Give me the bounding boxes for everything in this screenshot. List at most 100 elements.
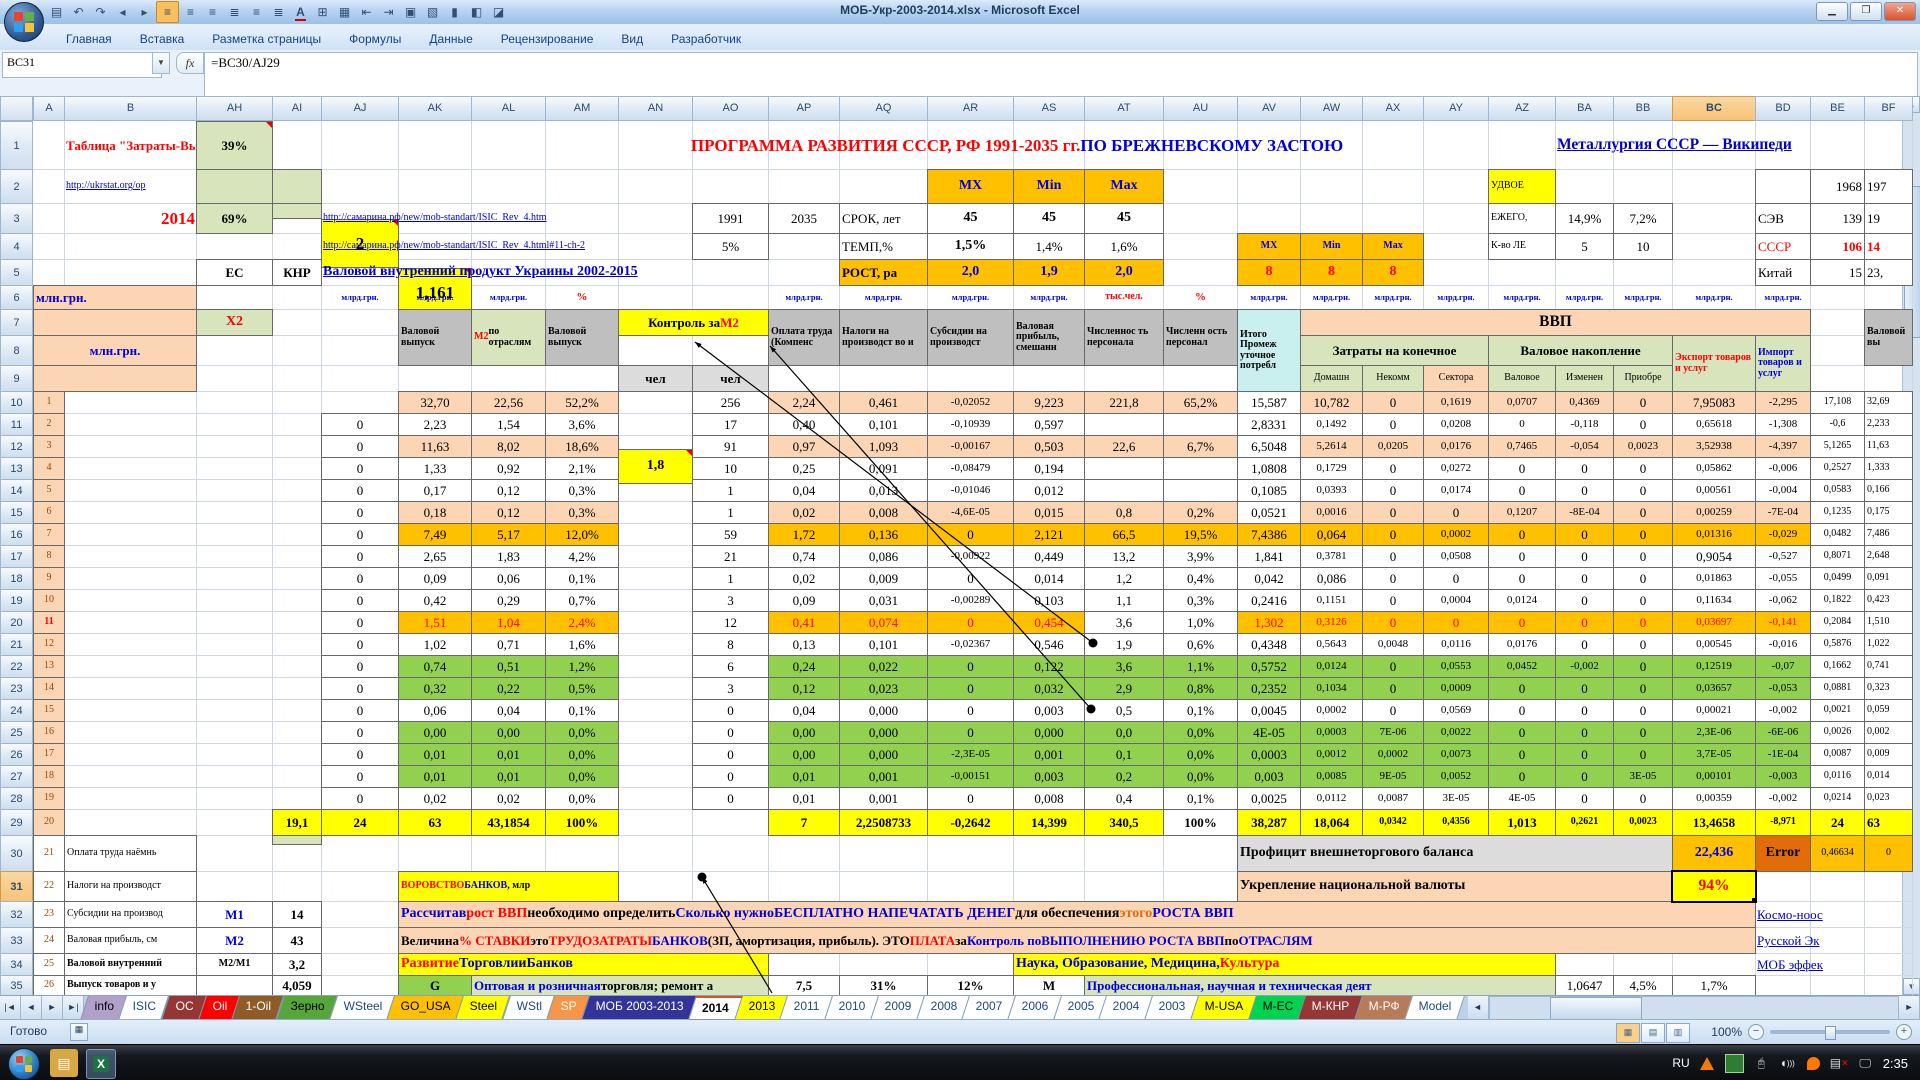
cell-A27[interactable]: 18 xyxy=(33,765,65,788)
cell-AV20[interactable]: 1,302 xyxy=(1237,611,1301,634)
cell-BD10[interactable]: -2,295 xyxy=(1755,391,1811,414)
cell-AZ4[interactable]: К-во ЛЕ xyxy=(1488,233,1556,260)
cell-BA16[interactable]: 0 xyxy=(1555,523,1614,546)
cell-AL21[interactable]: 0,71 xyxy=(471,633,546,656)
cell-AV18[interactable]: 0,042 xyxy=(1237,567,1301,590)
cell-BE20[interactable]: 0,2084 xyxy=(1810,611,1865,634)
cell-BE30[interactable]: 0,46634 xyxy=(1810,835,1865,872)
sheet-tab-Model[interactable]: Model xyxy=(1404,996,1464,1020)
cell-AQ24[interactable]: 0,000 xyxy=(839,699,928,722)
cell-AJ28[interactable]: 0 xyxy=(321,787,399,810)
cell-AK20[interactable]: 1,51 xyxy=(398,611,472,634)
cell-BB29[interactable]: 0,0023 xyxy=(1613,809,1673,836)
cell-A28[interactable]: 19 xyxy=(33,787,65,810)
cell-AL29[interactable]: 43,1854 xyxy=(471,809,546,836)
cell-AL19[interactable]: 0,29 xyxy=(471,589,546,612)
cell-BC29[interactable]: 13,4658 xyxy=(1672,809,1756,836)
cell-AT16[interactable]: 66,5 xyxy=(1084,523,1164,546)
cell-AS27[interactable]: 0,003 xyxy=(1013,765,1085,788)
cell-BC17[interactable]: 0,9054 xyxy=(1672,545,1756,568)
cell-BA15[interactable]: -8E-04 xyxy=(1555,501,1614,524)
cell-AV25[interactable]: 4E-05 xyxy=(1237,721,1301,744)
cell-AP15[interactable]: 0,02 xyxy=(768,501,840,524)
cell-AR7[interactable]: Субсидии на производст xyxy=(927,309,1014,366)
column-header-A[interactable]: A xyxy=(33,96,65,121)
cell-B1[interactable]: Таблица "Затраты-Вы xyxy=(64,121,197,170)
cell-AU16[interactable]: 19,5% xyxy=(1163,523,1238,546)
row-header-30[interactable]: 30 xyxy=(0,835,33,872)
cell-AP20[interactable]: 0,41 xyxy=(768,611,840,634)
row-header-24[interactable]: 24 xyxy=(0,699,33,722)
cell-BE4[interactable]: 106 xyxy=(1810,233,1865,260)
cell-BC21[interactable]: 0,00545 xyxy=(1672,633,1756,656)
cell-AZ24[interactable]: 0 xyxy=(1488,699,1556,722)
cell-AM1[interactable]: ПРОГРАММА РАЗВИТИЯ СССР, РФ 1991-2035 гг… xyxy=(545,121,1489,170)
cell-AJ12[interactable]: 0 xyxy=(321,435,399,458)
cell-AU17[interactable]: 3,9% xyxy=(1163,545,1238,568)
sheet-tab-М-РФ[interactable]: М-РФ xyxy=(1354,996,1413,1020)
cell-B2[interactable]: http://ukrstat.org/op xyxy=(64,169,197,204)
cell-AL24[interactable]: 0,04 xyxy=(471,699,546,722)
cell-AX10[interactable]: 0 xyxy=(1362,391,1424,414)
cell-AM22[interactable]: 1,2% xyxy=(545,655,619,678)
column-header-BC[interactable]: BC xyxy=(1672,96,1756,121)
cell-AR11[interactable]: -0,10939 xyxy=(927,413,1014,436)
column-header-AW[interactable]: AW xyxy=(1300,96,1363,121)
cell-BE14[interactable]: 0,0583 xyxy=(1810,479,1865,502)
cell-AM16[interactable]: 12,0% xyxy=(545,523,619,546)
cell-AK11[interactable]: 2,23 xyxy=(398,413,472,436)
cell-A21[interactable]: 12 xyxy=(33,633,65,656)
cell-AL23[interactable]: 0,22 xyxy=(471,677,546,700)
cell-AR27[interactable]: -0,00151 xyxy=(927,765,1014,788)
cell-AR4[interactable]: 1,5% xyxy=(927,233,1014,260)
cell-BC28[interactable]: 0,00359 xyxy=(1672,787,1756,810)
cell-AS15[interactable]: 0,015 xyxy=(1013,501,1085,524)
cell-AZ14[interactable]: 0 xyxy=(1488,479,1556,502)
cell-BB12[interactable]: 0,0023 xyxy=(1613,435,1673,458)
row-header-27[interactable]: 27 xyxy=(0,765,33,788)
cell-AK28[interactable]: 0,02 xyxy=(398,787,472,810)
cell-AY19[interactable]: 0,0004 xyxy=(1423,589,1489,612)
column-header-AT[interactable]: AT xyxy=(1084,96,1164,121)
sheet-tab-МОБ 2003-2013[interactable]: МОБ 2003-2013 xyxy=(581,996,697,1020)
cell-AJ25[interactable]: 0 xyxy=(321,721,399,744)
cell-AR22[interactable]: 0 xyxy=(927,655,1014,678)
cell-AU28[interactable]: 0,1% xyxy=(1163,787,1238,810)
cell-AV19[interactable]: 0,2416 xyxy=(1237,589,1301,612)
cell-BE28[interactable]: 0,0214 xyxy=(1810,787,1865,810)
cell-BE21[interactable]: 0,5876 xyxy=(1810,633,1865,656)
cell-AW26[interactable]: 0,0012 xyxy=(1300,743,1363,766)
cell-AP3[interactable]: 2035 xyxy=(768,203,840,234)
cell-BC20[interactable]: 0,03697 xyxy=(1672,611,1756,634)
cell-AL26[interactable]: 0,01 xyxy=(471,743,546,766)
row-header-10[interactable]: 10 xyxy=(0,391,33,414)
cell-AX19[interactable]: 0 xyxy=(1362,589,1424,612)
cell-A30[interactable]: 21 xyxy=(33,835,65,872)
cell-A12[interactable]: 3 xyxy=(33,435,65,458)
column-header-BA[interactable]: BA xyxy=(1555,96,1614,121)
cell-AK33[interactable]: Величина % СТАВКИ это ТРУДОЗАТРАТЫ БАНКО… xyxy=(398,927,1756,954)
cell-BB3[interactable]: 7,2% xyxy=(1613,203,1673,234)
cell-A32[interactable]: 23 xyxy=(33,901,65,928)
cell-AR5[interactable]: 2,0 xyxy=(927,259,1014,286)
cell-AY21[interactable]: 0,0116 xyxy=(1423,633,1489,656)
cell-AO12[interactable]: 91 xyxy=(692,435,769,458)
cell-BE22[interactable]: 0,1662 xyxy=(1810,655,1865,678)
cell-AR26[interactable]: -2,3E-05 xyxy=(927,743,1014,766)
cell-BF13[interactable]: 1,333 xyxy=(1864,457,1913,480)
cell-AO23[interactable]: 3 xyxy=(692,677,769,700)
cell-AY27[interactable]: 0,0052 xyxy=(1423,765,1489,788)
cell-BB16[interactable]: 0 xyxy=(1613,523,1673,546)
cell-A6[interactable]: млн.грн. xyxy=(33,285,197,310)
cell-AT7[interactable]: Численнос ть персонала xyxy=(1084,309,1164,366)
cell-BE24[interactable]: 0,0021 xyxy=(1810,699,1865,722)
spreadsheet-tray-icon[interactable] xyxy=(1725,1054,1744,1073)
cell-A16[interactable]: 7 xyxy=(33,523,65,546)
cell-AL22[interactable]: 0,51 xyxy=(471,655,546,678)
cell-AT20[interactable]: 3,6 xyxy=(1084,611,1164,634)
cell-AQ12[interactable]: 1,093 xyxy=(839,435,928,458)
cell-AV16[interactable]: 7,4386 xyxy=(1237,523,1301,546)
cell-AR16[interactable]: 0 xyxy=(927,523,1014,546)
cell-AM10[interactable]: 52,2% xyxy=(545,391,619,414)
cell-AW29[interactable]: 18,064 xyxy=(1300,809,1363,836)
